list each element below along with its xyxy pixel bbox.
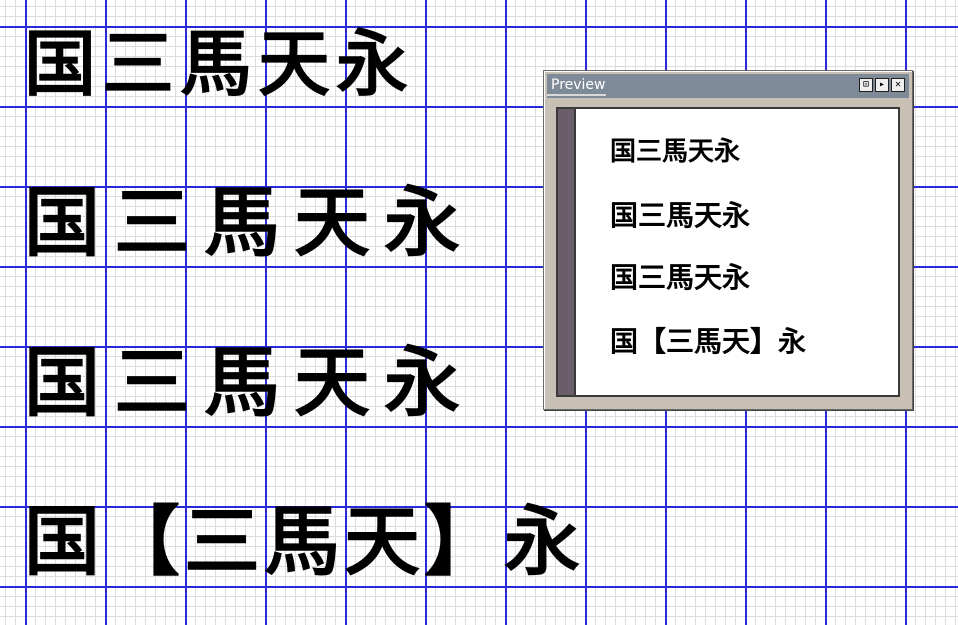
play-icon[interactable]: ▸ xyxy=(875,78,889,92)
preview-line-4: 国【三馬天】永 xyxy=(610,325,807,358)
restore-icon[interactable]: ⊡ xyxy=(859,78,873,92)
preview-window-controls: ⊡ ▸ ✕ xyxy=(859,78,905,92)
preview-sidebar xyxy=(558,109,576,395)
glyph-row-4: 国【三馬天】永 xyxy=(24,497,584,586)
preview-title: Preview xyxy=(547,76,606,96)
glyph-row-3: 国三馬天永 xyxy=(24,338,474,427)
preview-titlebar[interactable]: Preview ⊡ ▸ ✕ xyxy=(547,74,909,98)
close-icon[interactable]: ✕ xyxy=(891,78,905,92)
preview-line-1: 国三馬天永 xyxy=(610,137,741,167)
preview-window[interactable]: Preview ⊡ ▸ ✕ 国三馬天永 国三馬天永 国三馬天永 国【三馬天】永 xyxy=(543,70,913,410)
preview-content: 国三馬天永 国三馬天永 国三馬天永 国【三馬天】永 xyxy=(556,107,900,397)
glyph-row-2: 国三馬天永 xyxy=(24,178,474,267)
preview-line-3: 国三馬天永 xyxy=(610,261,751,294)
preview-line-2: 国三馬天永 xyxy=(610,199,751,232)
glyph-row-1: 国三馬天永 xyxy=(24,22,415,106)
